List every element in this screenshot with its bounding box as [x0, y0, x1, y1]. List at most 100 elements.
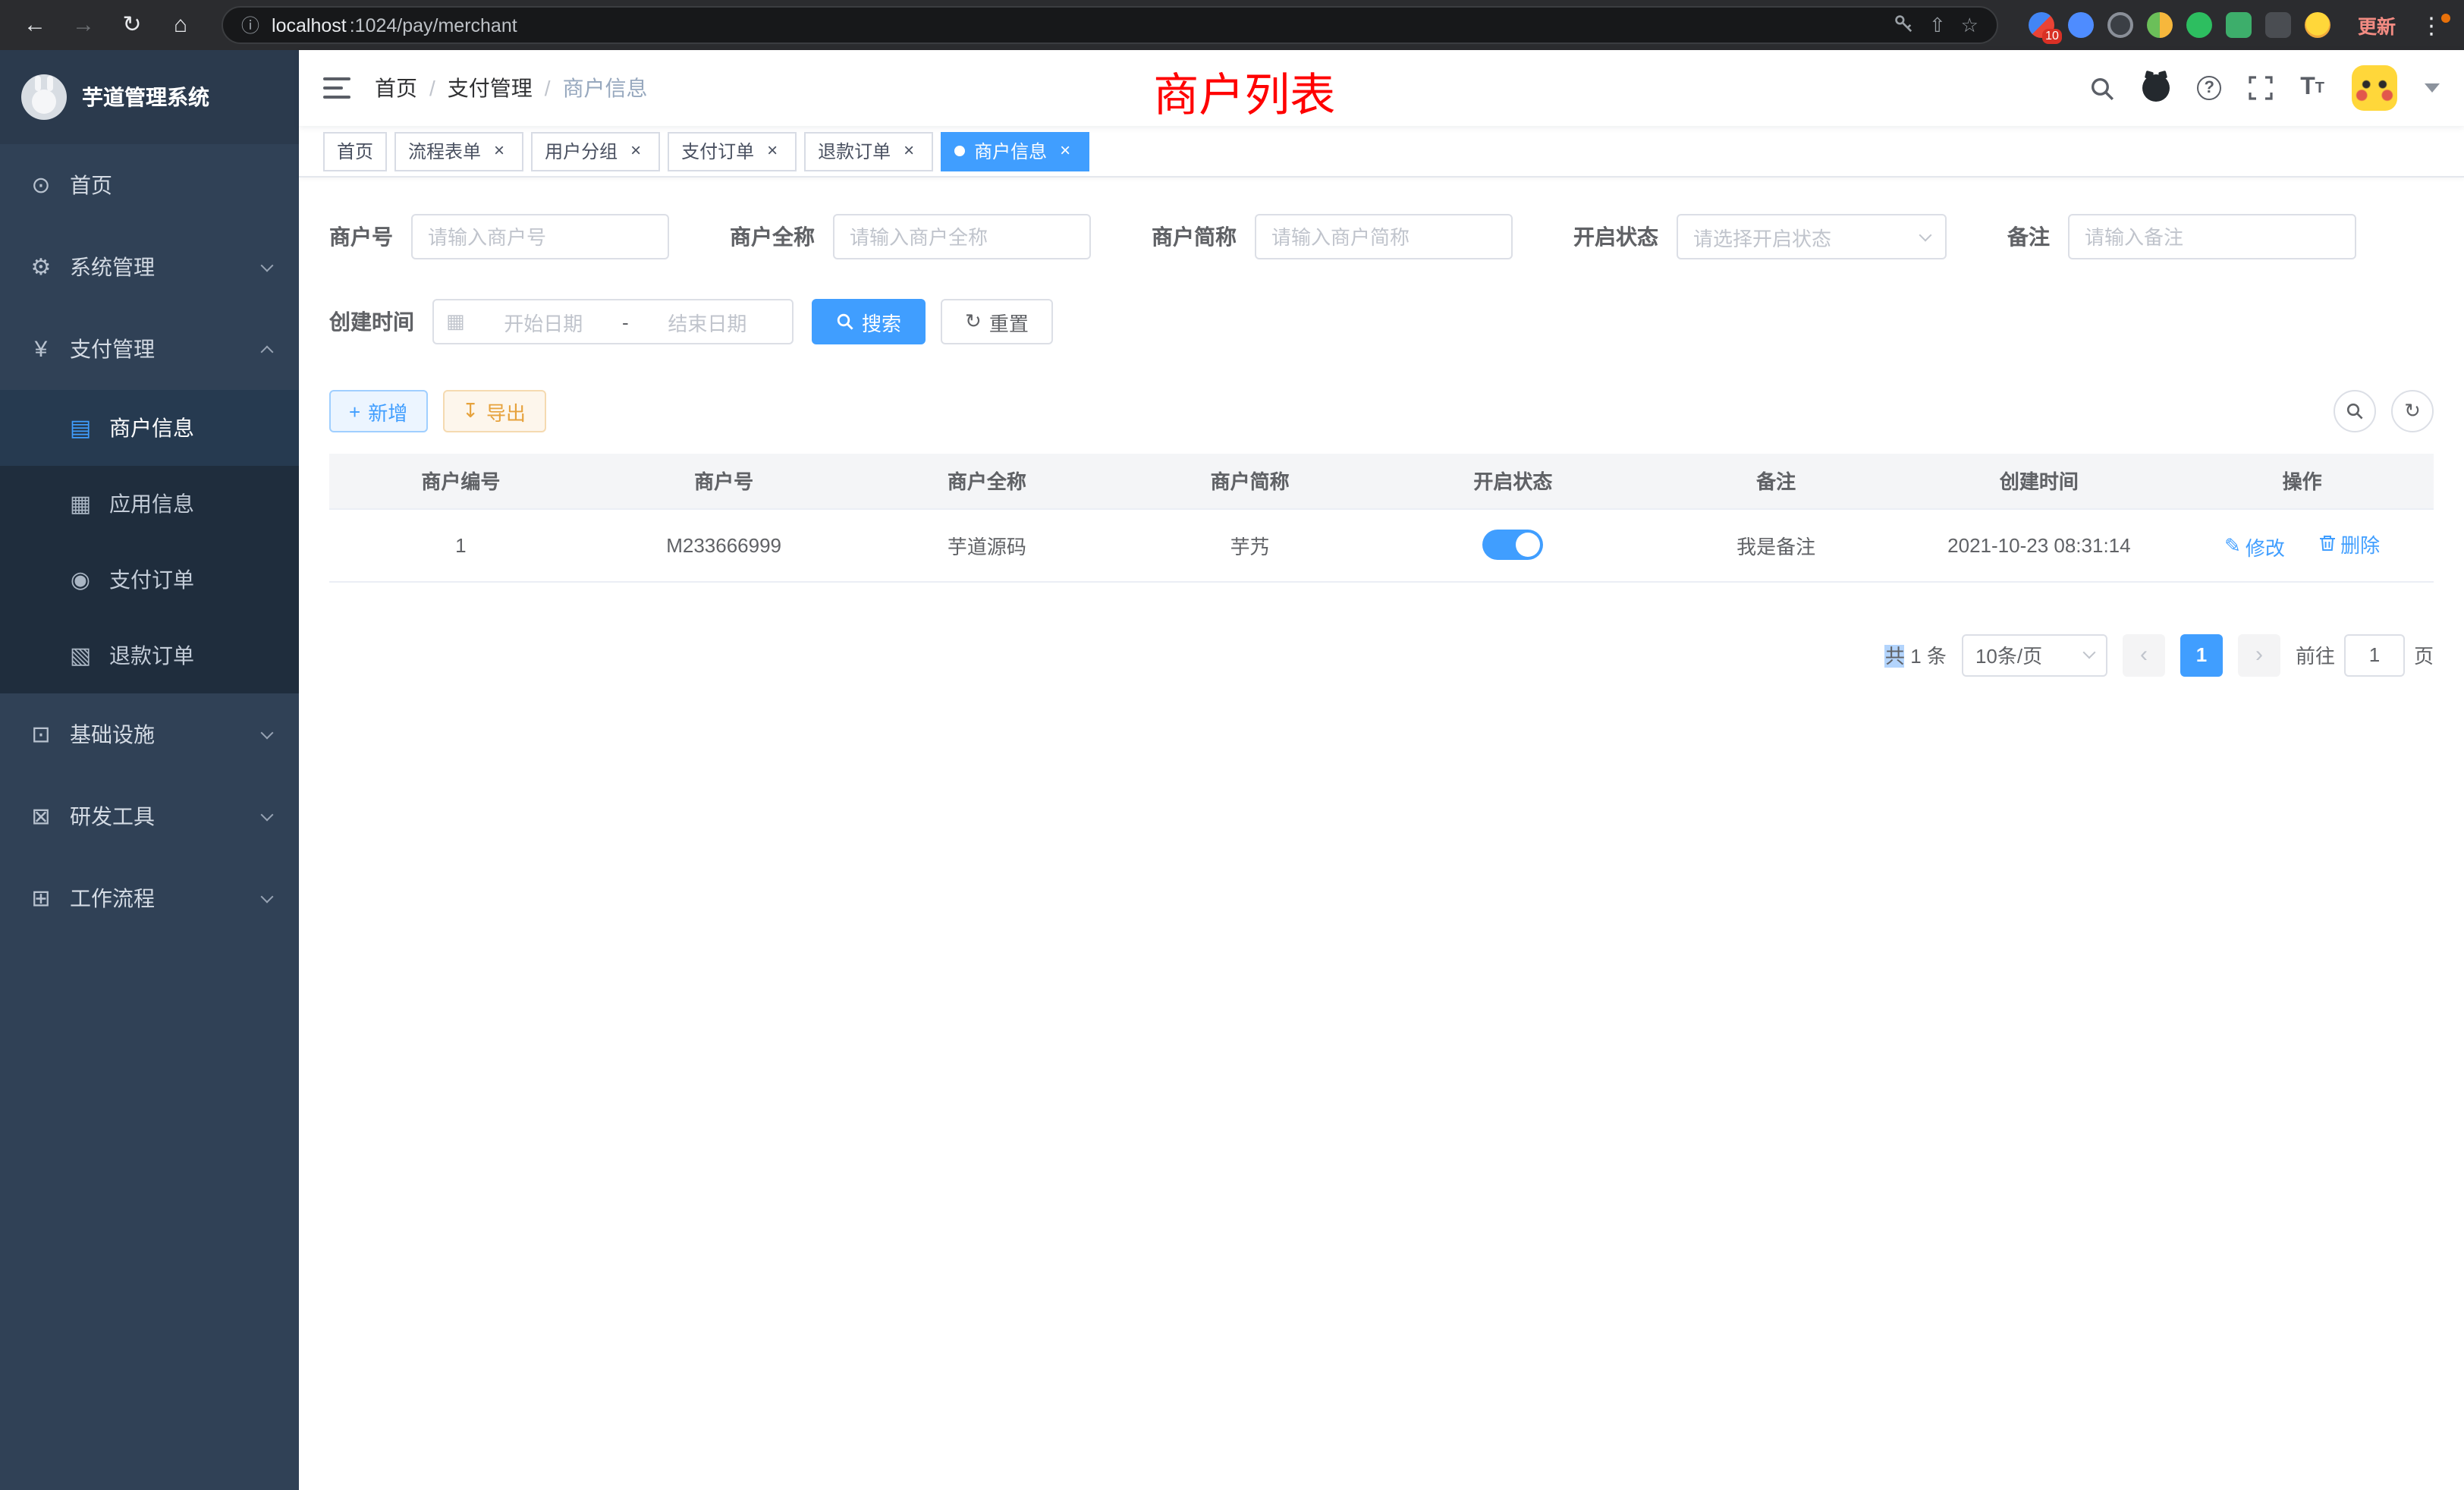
export-button[interactable]: ↧ 导出 — [442, 390, 545, 432]
extension-icon[interactable] — [2186, 12, 2212, 38]
remark-input[interactable] — [2068, 214, 2356, 259]
extension-icon[interactable] — [2068, 12, 2094, 38]
tab-process-form[interactable]: 流程表单× — [394, 131, 523, 171]
extension-icon[interactable] — [2265, 12, 2291, 38]
chevron-down-icon — [261, 259, 274, 272]
home-icon[interactable]: ⌂ — [161, 0, 200, 50]
cell-merchant-id: 1 — [329, 508, 592, 581]
screen: ← → ↻ ⌂ ⓘ localhost :1024/pay/merchant ⇧… — [0, 0, 2464, 1490]
yen-icon: ¥ — [27, 336, 55, 362]
close-icon[interactable]: × — [1054, 140, 1076, 162]
sidebar-logo[interactable]: 芋道管理系统 — [0, 50, 299, 144]
search-icon[interactable] — [2089, 75, 2115, 101]
edit-icon: ✎ — [2224, 534, 2241, 558]
delete-link[interactable]: 删除 — [2318, 529, 2380, 558]
password-key-icon[interactable] — [1894, 13, 1914, 37]
search-button[interactable]: 搜索 — [812, 299, 926, 344]
breadcrumb-payment[interactable]: 支付管理 — [448, 73, 533, 103]
close-icon[interactable]: × — [489, 140, 510, 162]
extension-icon[interactable] — [2226, 12, 2252, 38]
share-icon[interactable]: ⇧ — [1929, 13, 1946, 37]
col-short-name: 商户简称 — [1118, 454, 1381, 508]
pay-order-icon: ◉ — [67, 566, 94, 593]
bookmark-star-icon[interactable]: ☆ — [1961, 13, 1978, 37]
tab-user-group[interactable]: 用户分组× — [531, 131, 660, 171]
merchant-name-input[interactable] — [833, 214, 1091, 259]
chevron-down-icon — [261, 890, 274, 903]
goto-page: 前往 页 — [2296, 633, 2434, 676]
sidebar-collapse-icon[interactable] — [323, 77, 350, 99]
edit-link[interactable]: ✎ 修改 — [2224, 532, 2285, 561]
sidebar-item-app-info[interactable]: ▦ 应用信息 — [0, 466, 299, 542]
prev-page-button[interactable]: ‹ — [2123, 633, 2165, 676]
col-merchant-id: 商户编号 — [329, 454, 592, 508]
forward-icon[interactable]: → — [64, 0, 103, 50]
sidebar-item-label: 首页 — [70, 170, 112, 200]
chevron-down-icon — [261, 726, 274, 739]
fullscreen-icon[interactable] — [2249, 76, 2273, 100]
reload-icon[interactable]: ↻ — [112, 0, 152, 50]
address-bar[interactable]: ⓘ localhost :1024/pay/merchant ⇧ ☆ — [222, 6, 1998, 44]
help-icon[interactable]: ? — [2197, 76, 2221, 100]
browser-update-button[interactable]: 更新 — [2349, 11, 2405, 39]
merchant-no-input[interactable] — [411, 214, 669, 259]
create-time-label: 创建时间 — [329, 306, 414, 337]
extension-icon[interactable] — [2107, 12, 2133, 38]
next-page-button[interactable]: › — [2238, 633, 2280, 676]
status-toggle[interactable] — [1482, 530, 1543, 560]
back-icon[interactable]: ← — [15, 0, 55, 50]
cell-create-time: 2021-10-23 08:31:14 — [1908, 508, 2171, 581]
tab-merchant-info[interactable]: 商户信息× — [941, 131, 1089, 171]
extension-icon[interactable]: 10 — [2029, 12, 2054, 38]
sidebar-item-payment[interactable]: ¥ 支付管理 — [0, 308, 299, 390]
toggle-search-button[interactable] — [2334, 390, 2376, 432]
sidebar-item-system[interactable]: ⚙ 系统管理 — [0, 226, 299, 308]
sidebar-item-home[interactable]: ⊙ 首页 — [0, 144, 299, 226]
tab-pay-order[interactable]: 支付订单× — [668, 131, 797, 171]
table-row: 1 M233666999 芋道源码 芋艿 我是备注 2021-10-23 08:… — [329, 508, 2434, 581]
sidebar-item-pay-order[interactable]: ◉ 支付订单 — [0, 542, 299, 618]
extension-icon[interactable] — [2305, 12, 2330, 38]
sidebar-item-infrastructure[interactable]: ⊡ 基础设施 — [0, 693, 299, 775]
pagination: 共 1 条 10条/页 ‹ 1 › 前往 页 — [329, 633, 2434, 676]
sidebar-item-merchant-info[interactable]: ▤ 商户信息 — [0, 390, 299, 466]
tab-home[interactable]: 首页 — [323, 131, 387, 171]
url-host-text: localhost — [272, 14, 347, 36]
avatar[interactable] — [2352, 65, 2397, 111]
merchant-no-label: 商户号 — [329, 222, 393, 252]
close-icon[interactable]: × — [625, 140, 646, 162]
github-icon[interactable] — [2142, 74, 2170, 102]
goto-page-input[interactable] — [2344, 633, 2405, 676]
cell-remark: 我是备注 — [1645, 508, 1908, 581]
page-size-select[interactable]: 10条/页 — [1962, 633, 2107, 676]
table-toolbar: + 新增 ↧ 导出 ↻ — [329, 390, 2434, 432]
create-time-range-picker[interactable]: ▦ 开始日期 - 结束日期 — [432, 299, 794, 344]
status-select[interactable]: 请选择开启状态 — [1677, 214, 1947, 259]
close-icon[interactable]: × — [762, 140, 783, 162]
extension-icon[interactable] — [2147, 12, 2173, 38]
reset-button[interactable]: ↻ 重置 — [941, 299, 1053, 344]
cell-merchant-no: M233666999 — [592, 508, 856, 581]
breadcrumb-home[interactable]: 首页 — [375, 73, 417, 103]
font-size-icon[interactable]: TT — [2300, 74, 2324, 102]
add-button[interactable]: + 新增 — [329, 390, 427, 432]
browser-menu-icon[interactable]: ⋮ — [2414, 11, 2449, 39]
sidebar-item-dev-tools[interactable]: ⊠ 研发工具 — [0, 775, 299, 857]
sidebar-item-refund-order[interactable]: ▧ 退款订单 — [0, 618, 299, 693]
sidebar-item-workflow[interactable]: ⊞ 工作流程 — [0, 857, 299, 939]
sidebar-item-label: 基础设施 — [70, 719, 155, 750]
col-remark: 备注 — [1645, 454, 1908, 508]
short-name-input[interactable] — [1255, 214, 1513, 259]
page-1-button[interactable]: 1 — [2180, 633, 2223, 676]
cell-merchant-name: 芋道源码 — [856, 508, 1119, 581]
close-icon[interactable]: × — [898, 140, 919, 162]
refresh-table-button[interactable]: ↻ — [2391, 390, 2434, 432]
site-info-icon[interactable]: ⓘ — [241, 12, 259, 38]
table-header-row: 商户编号 商户号 商户全称 商户简称 开启状态 备注 创建时间 操作 — [329, 454, 2434, 508]
filter-row-2: 创建时间 ▦ 开始日期 - 结束日期 搜索 ↻ 重 — [329, 299, 2434, 344]
tab-refund-order[interactable]: 退款订单× — [804, 131, 933, 171]
refund-order-icon: ▧ — [67, 642, 94, 669]
chevron-down-icon[interactable] — [2425, 83, 2440, 93]
sidebar-item-label: 支付管理 — [70, 334, 155, 364]
extensions-row: 10 — [2019, 12, 2340, 38]
